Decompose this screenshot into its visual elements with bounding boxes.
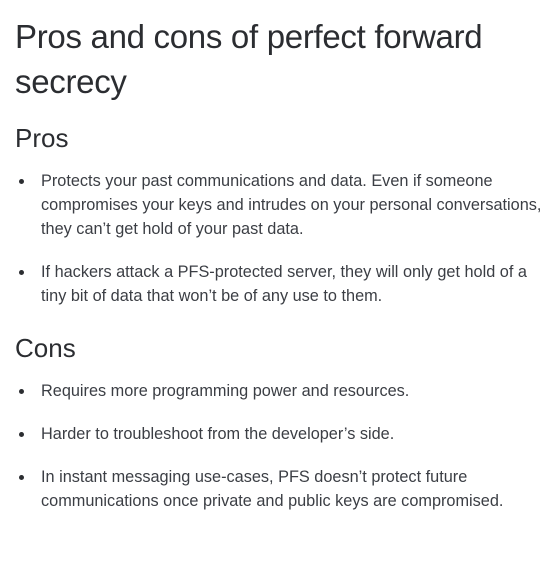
list-item: If hackers attack a PFS-protected server… [15, 260, 545, 308]
pros-list: Protects your past communications and da… [15, 169, 545, 308]
bullet-icon [19, 389, 24, 394]
cons-list: Requires more programming power and reso… [15, 379, 545, 513]
pros-section: Pros Protects your past communications a… [15, 121, 545, 308]
cons-section: Cons Requires more programming power and… [15, 331, 545, 513]
list-item-text: Requires more programming power and reso… [41, 382, 410, 400]
list-item-text: In instant messaging use-cases, PFS does… [41, 468, 504, 510]
bullet-icon [19, 475, 24, 480]
list-item-text: Harder to troubleshoot from the develope… [41, 425, 395, 443]
cons-heading: Cons [15, 333, 76, 363]
list-item-text: If hackers attack a PFS-protected server… [41, 263, 527, 305]
list-item: Requires more programming power and reso… [15, 379, 545, 403]
bullet-icon [19, 270, 24, 275]
list-item-text: Protects your past communications and da… [41, 172, 542, 238]
list-item: Protects your past communications and da… [15, 169, 545, 241]
bullet-icon [19, 179, 24, 184]
article: Pros and cons of perfect forward secrecy… [0, 0, 545, 513]
list-item: In instant messaging use-cases, PFS does… [15, 465, 545, 513]
bullet-icon [19, 432, 24, 437]
list-item: Harder to troubleshoot from the develope… [15, 422, 545, 446]
page-title: Pros and cons of perfect forward secrecy [15, 18, 483, 100]
pros-heading: Pros [15, 123, 69, 153]
